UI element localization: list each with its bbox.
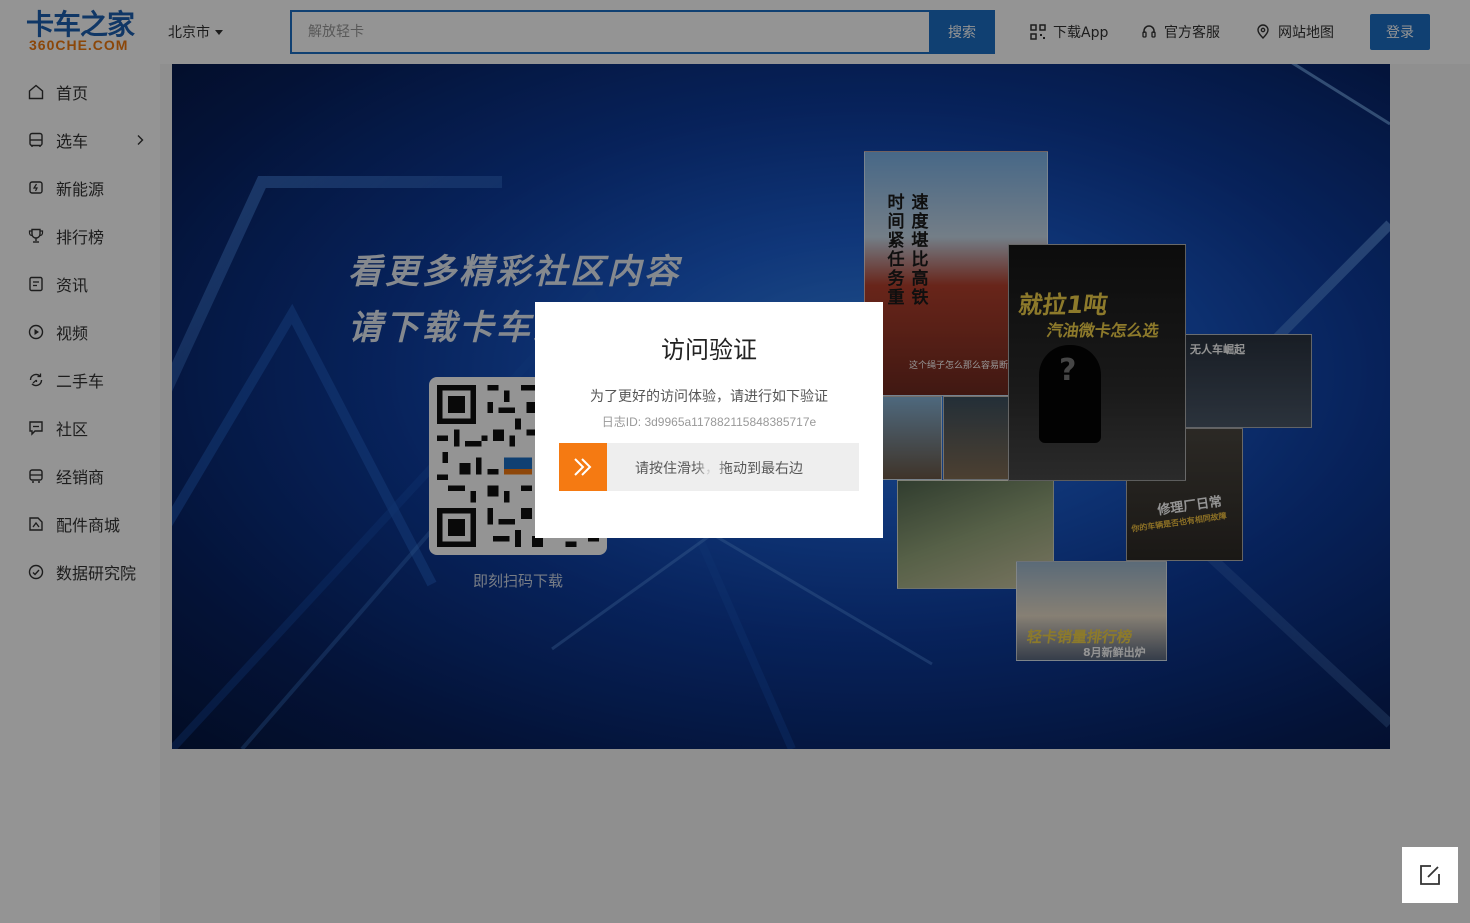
slider-handle[interactable] [559, 443, 607, 491]
double-chevron-right-icon [574, 458, 592, 476]
modal-title: 访问验证 [661, 336, 757, 364]
slider-hint: 请按住滑块，拖动到最右边 [635, 458, 803, 478]
log-id: 日志ID: 3d9965a117882115848385717e [601, 415, 817, 429]
verification-modal: 访问验证 为了更好的访问体验，请进行如下验证 日志ID: 3d9965a1178… [535, 302, 883, 538]
edit-icon [1420, 865, 1440, 885]
feedback-button[interactable] [1402, 847, 1458, 903]
modal-description: 为了更好的访问体验，请进行如下验证 [590, 389, 828, 405]
